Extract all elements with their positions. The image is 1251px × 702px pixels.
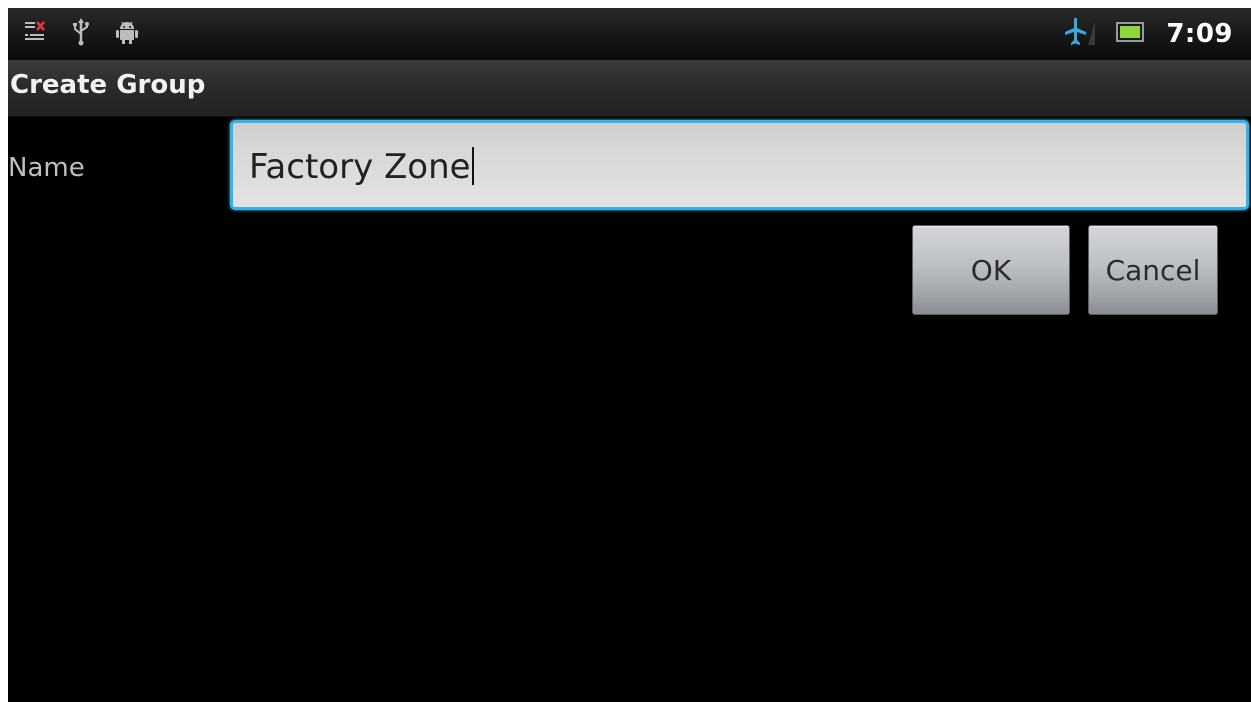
status-icons-right: 7:09 [1062,16,1233,52]
usb-icon[interactable] [72,18,90,50]
ok-button[interactable]: OK [912,225,1070,315]
cancel-button-label: Cancel [1105,253,1201,287]
name-input-text: Factory Zone [249,147,471,187]
device-screen: 7:09 Create Group Name Factory Zone OK C… [8,8,1251,702]
airplane-mode-icon[interactable] [1062,17,1096,51]
battery-icon[interactable] [1116,21,1145,47]
name-label: Name [8,153,85,183]
text-cursor [471,147,474,185]
ok-button-label: OK [970,253,1012,287]
title-bar: Create Group [8,60,1251,117]
page-title: Create Group [10,70,206,100]
cancel-button[interactable]: Cancel [1088,225,1218,315]
notification-icon[interactable] [24,20,46,48]
android-debug-icon[interactable] [116,20,138,48]
status-clock: 7:09 [1166,19,1233,49]
status-bar: 7:09 [8,8,1251,60]
name-input-value: Factory Zone [249,147,474,187]
name-input[interactable]: Factory Zone [230,120,1249,210]
status-icons-left [24,18,138,50]
